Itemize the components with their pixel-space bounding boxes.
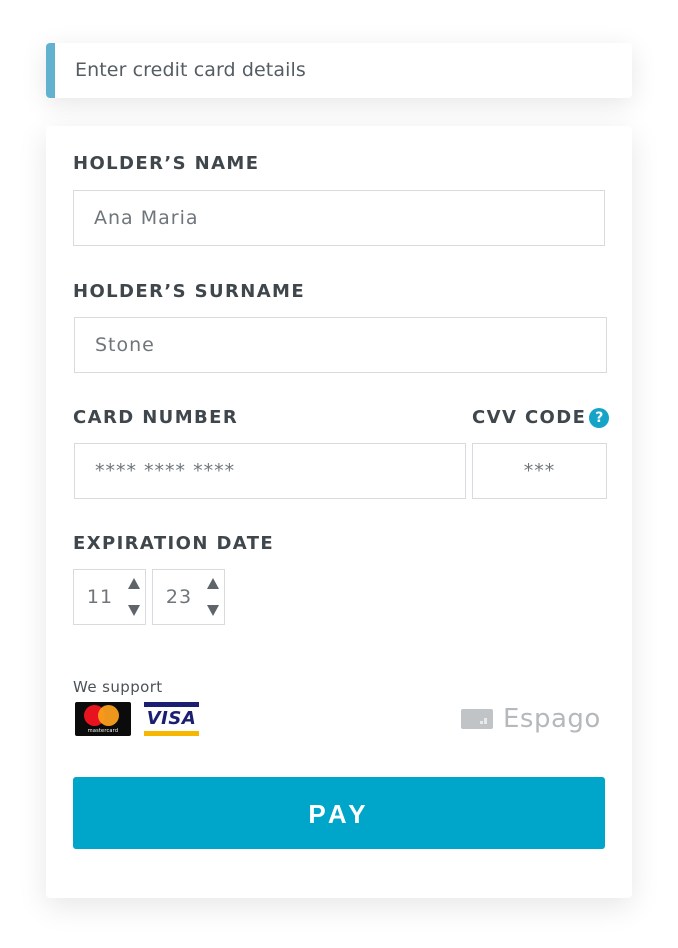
visa-logo: VISA (144, 702, 199, 736)
payment-form: HOLDER’S NAME Ana Maria HOLDER’S SURNAME… (46, 126, 632, 898)
holder-surname-label: HOLDER’S SURNAME (73, 281, 306, 302)
year-decrement-icon[interactable] (207, 605, 219, 616)
holder-surname-input[interactable]: Stone (74, 317, 607, 373)
espago-logo-text: Espago (503, 704, 601, 734)
expiration-date-label: EXPIRATION DATE (73, 533, 275, 554)
card-number-label: CARD NUMBER (73, 407, 239, 428)
month-increment-icon[interactable] (128, 578, 140, 589)
pay-button[interactable]: PAY (73, 777, 605, 849)
cvv-label-text: CVV CODE (472, 407, 587, 428)
visa-logo-text: VISA (146, 708, 197, 729)
expiration-year-stepper[interactable]: 23 (152, 569, 225, 625)
card-number-input[interactable]: **** **** **** (74, 443, 466, 499)
month-decrement-icon[interactable] (128, 605, 140, 616)
expiration-month-stepper[interactable]: 11 (73, 569, 146, 625)
mastercard-orange-circle (98, 705, 119, 726)
question-mark-icon[interactable]: ? (589, 408, 610, 428)
expiration-year-value: 23 (165, 586, 193, 608)
visa-bottom-stripe (144, 731, 199, 736)
visa-top-stripe (144, 702, 199, 707)
cvv-label: CVV CODE? (472, 407, 610, 428)
cvv-input[interactable]: *** (472, 443, 607, 499)
holder-name-label: HOLDER’S NAME (73, 153, 260, 174)
header-accent-bar (46, 43, 55, 98)
espago-card-icon (461, 709, 493, 729)
we-support-label: We support (73, 678, 163, 696)
espago-logo: Espago (461, 702, 601, 736)
mastercard-logo: mastercard (75, 702, 131, 736)
header-card: Enter credit card details (46, 43, 632, 98)
expiration-month-value: 11 (86, 586, 114, 608)
mastercard-logo-text: mastercard (87, 728, 119, 734)
holder-name-input[interactable]: Ana Maria (73, 190, 605, 246)
year-increment-icon[interactable] (207, 578, 219, 589)
page-title: Enter credit card details (75, 59, 306, 81)
